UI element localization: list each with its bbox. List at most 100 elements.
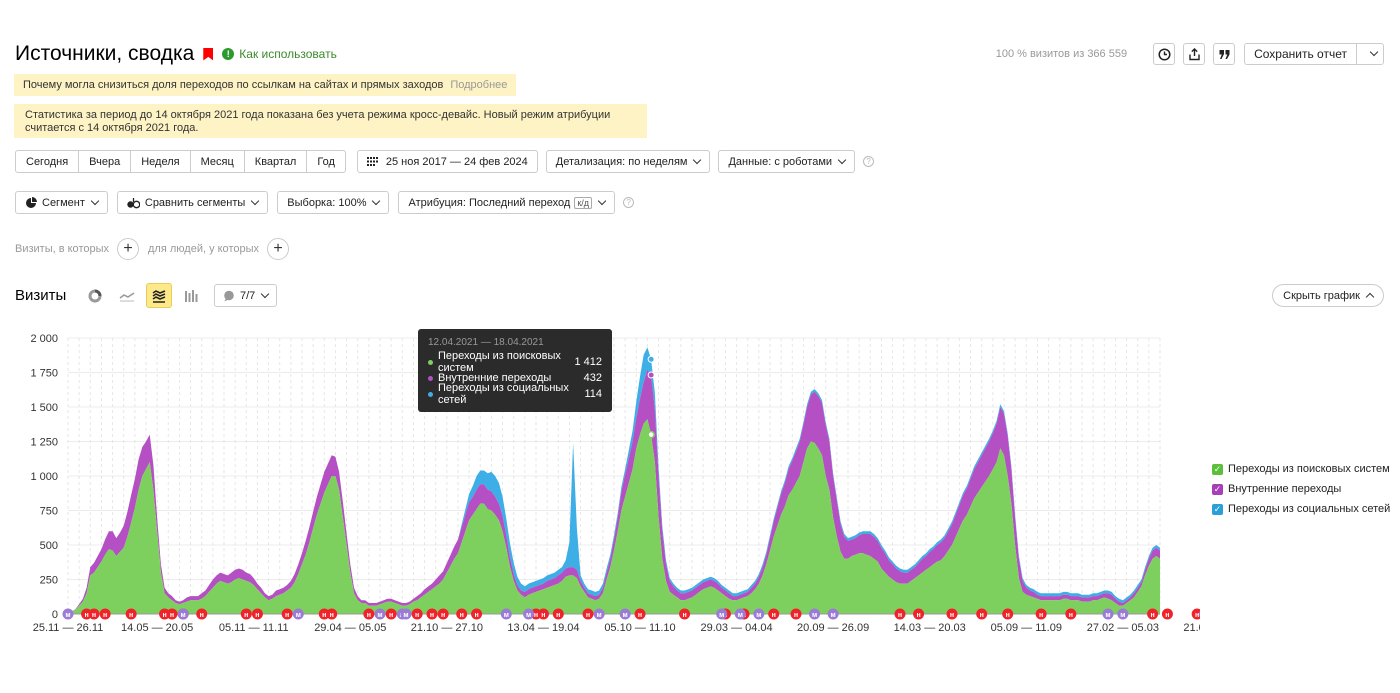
quote-icon [1219, 49, 1230, 59]
annotation-marker-label: н [556, 612, 560, 619]
legend-label: Переходы из поисковых систем [1228, 463, 1390, 475]
chart-type-bars[interactable] [178, 283, 204, 308]
annotation-marker-label: м [812, 612, 817, 619]
x-tick-label: 13.04 — 19.04 [507, 622, 579, 634]
x-tick-label: 29.04 — 05.05 [314, 622, 386, 634]
period-quarter[interactable]: Квартал [245, 151, 308, 172]
compare-segments-dropdown[interactable]: Сравнить сегменты [116, 191, 269, 214]
tooltip-row-value: 432 [583, 372, 602, 384]
people-filter-label: для людей, у которых [148, 243, 259, 255]
period-week[interactable]: Неделя [131, 151, 191, 172]
sample-label: Выборка: 100% [287, 196, 367, 209]
sample-dropdown[interactable]: Выборка: 100% [277, 191, 390, 214]
date-range-button[interactable]: 25 ноя 2017 — 24 фев 2024 [356, 150, 538, 173]
donut-icon [88, 289, 102, 302]
legend-item-search[interactable]: ✓ Переходы из поисковых систем [1212, 459, 1390, 479]
detail-dropdown[interactable]: Детализация: по неделям [545, 150, 711, 173]
add-visit-filter-button[interactable]: + [117, 238, 139, 260]
tooltip-date: 12.04.2021 — 18.04.2021 [428, 337, 544, 348]
y-tick-label: 2 000 [30, 333, 58, 345]
chevron-down-icon [372, 196, 381, 205]
annotation-marker-label: м [756, 612, 761, 619]
period-row: Сегодня Вчера Неделя Месяц Квартал Год 2… [15, 150, 875, 173]
help-icon[interactable]: ? [863, 156, 875, 167]
comment-icon [224, 290, 234, 301]
notice-cross-line2: считается с 14 октября 2021 года. [25, 122, 199, 134]
x-tick-label: 21.10 — 27.10 [411, 622, 483, 634]
annotation-marker-label: н [638, 612, 642, 619]
notice-more-link[interactable]: Подробнее [450, 79, 507, 91]
save-report-dropdown[interactable] [1357, 44, 1383, 64]
annotation-marker-label: н [1165, 612, 1169, 619]
hide-chart-button[interactable]: Скрыть график [1272, 284, 1384, 307]
annotation-marker-label: н [1039, 612, 1043, 619]
checkbox-checked-icon[interactable]: ✓ [1212, 483, 1223, 495]
data-dropdown[interactable]: Данные: с роботами [718, 150, 856, 173]
annotation-marker-label: н [794, 612, 798, 619]
chart-tooltip: 12.04.2021 — 18.04.2021 Переходы из поис… [418, 329, 612, 412]
chevron-down-icon [693, 155, 702, 164]
x-tick-label: 05.11 — 11.11 [219, 622, 289, 634]
x-tick-label: 14.05 — 20.05 [121, 622, 193, 634]
y-tick-label: 0 [52, 609, 58, 621]
detail-label: Детализация: по неделям [555, 155, 688, 168]
share-icon [1188, 47, 1200, 60]
history-button[interactable] [1153, 43, 1176, 65]
annotation-marker-label: н [170, 612, 174, 619]
annotation-marker-label: н [772, 612, 776, 619]
attribution-dropdown[interactable]: Атрибуция: Последний переход к/д [398, 191, 616, 214]
annotation-marker-label: н [586, 612, 590, 619]
attribution-label: Атрибуция: Последний переход [408, 196, 571, 209]
legend-item-social[interactable]: ✓ Переходы из социальных сетей [1212, 499, 1390, 519]
chart-type-line[interactable] [114, 283, 140, 308]
annotation-marker-label: м [403, 612, 408, 619]
widget-button[interactable] [1213, 43, 1236, 65]
notice-cross-device: Статистика за период до 14 октября 2021 … [14, 104, 647, 138]
annotation-marker-label: н [92, 612, 96, 619]
annotations-dropdown[interactable]: 7/7 [214, 284, 278, 307]
annotation-marker-label: н [389, 612, 393, 619]
legend-item-internal[interactable]: ✓ Внутренние переходы [1212, 479, 1390, 499]
period-selector: Сегодня Вчера Неделя Месяц Квартал Год [15, 150, 346, 173]
tooltip-row-name: Переходы из поисковых систем [438, 350, 561, 374]
annotation-marker-label: м [719, 612, 724, 619]
annotation-marker-label: н [1150, 612, 1154, 619]
annotation-marker-label: н [534, 612, 538, 619]
add-people-filter-button[interactable]: + [267, 238, 289, 260]
how-to-link[interactable]: ! Как использовать [222, 47, 337, 61]
chart-type-pie[interactable] [82, 283, 108, 308]
annotation-marker-label: н [474, 612, 478, 619]
data-label: Данные: с роботами [728, 155, 833, 168]
export-button[interactable] [1183, 43, 1206, 65]
segment-dropdown[interactable]: Сегмент [15, 191, 108, 214]
annotation-marker-label: н [541, 612, 545, 619]
period-month[interactable]: Месяц [191, 151, 245, 172]
period-yesterday[interactable]: Вчера [79, 151, 132, 172]
segment-row: Сегмент Сравнить сегменты Выборка: 100% … [15, 191, 635, 214]
internal-dot [428, 375, 433, 381]
chart-legend: ✓ Переходы из поисковых систем ✓ Внутрен… [1212, 459, 1390, 519]
x-tick-label: 21.08 — 27.08 [1183, 622, 1200, 634]
checkbox-checked-icon[interactable]: ✓ [1212, 503, 1223, 515]
annotation-marker-label: м [181, 612, 186, 619]
annotation-marker-label: н [103, 612, 107, 619]
compare-label: Сравнить сегменты [144, 196, 246, 209]
annotation-marker-label: м [296, 612, 301, 619]
chevron-down-icon [1369, 47, 1378, 57]
annotation-marker-label: н [367, 612, 371, 619]
date-range-label: 25 ноя 2017 — 24 фев 2024 [385, 155, 528, 168]
chart-type-stacked-area[interactable] [146, 283, 172, 308]
period-year[interactable]: Год [307, 151, 345, 172]
checkbox-checked-icon[interactable]: ✓ [1212, 463, 1223, 475]
annotation-marker-label: н [430, 612, 434, 619]
pie-icon [26, 196, 37, 208]
tooltip-row-name: Переходы из социальных сетей [438, 382, 569, 406]
y-tick-label: 1 000 [30, 471, 58, 483]
bookmark-icon[interactable] [203, 47, 214, 61]
segment-label: Сегмент [42, 196, 85, 209]
period-today[interactable]: Сегодня [16, 151, 80, 172]
chevron-down-icon [261, 289, 270, 298]
save-report-button[interactable]: Сохранить отчет [1244, 43, 1384, 65]
help-icon[interactable]: ? [623, 197, 635, 208]
line-chart-icon [119, 291, 135, 301]
